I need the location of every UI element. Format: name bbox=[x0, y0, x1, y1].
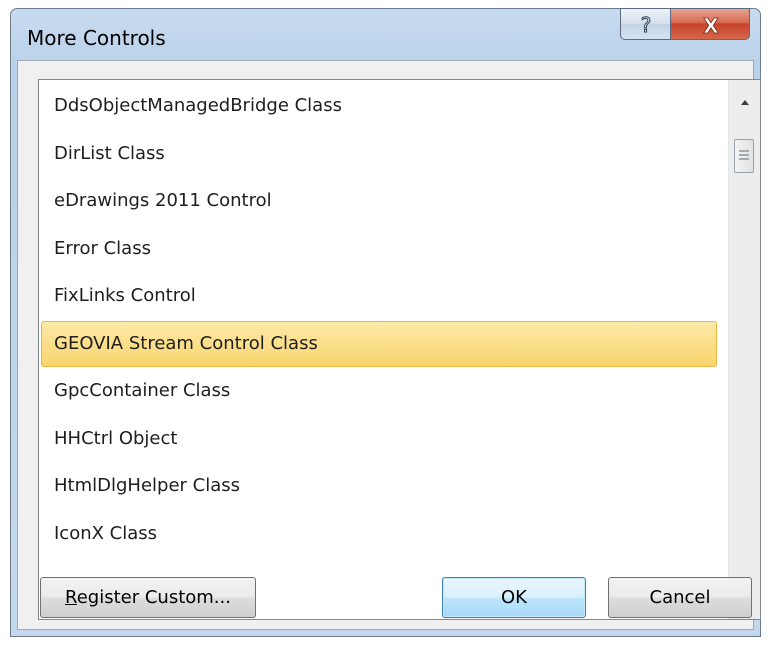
list-item[interactable]: DirList Class bbox=[41, 131, 717, 177]
register-label: egister Custom... bbox=[76, 587, 231, 608]
scroll-thumb[interactable] bbox=[734, 139, 754, 173]
cancel-label: Cancel bbox=[649, 587, 711, 608]
help-icon: ? bbox=[640, 13, 652, 38]
scroll-up-arrow-icon bbox=[741, 100, 749, 105]
svg-text:?: ? bbox=[641, 13, 652, 37]
list-item[interactable]: IconX Class bbox=[41, 511, 717, 557]
svg-text:X: X bbox=[703, 14, 719, 38]
list-item[interactable]: eDrawings 2011 Control bbox=[41, 178, 717, 224]
close-button[interactable]: X bbox=[670, 8, 750, 40]
list-item[interactable]: DdsObjectManagedBridge Class bbox=[41, 83, 717, 129]
list-item[interactable]: HHCtrl Object bbox=[41, 416, 717, 462]
dialog-title: More Controls bbox=[27, 26, 166, 50]
controls-list[interactable]: DdsObjectManagedBridge Class DirList Clas… bbox=[38, 79, 761, 620]
ok-label: OK bbox=[501, 587, 527, 608]
scroll-up-button[interactable] bbox=[729, 80, 760, 120]
register-custom-button[interactable]: Register Custom... bbox=[40, 577, 256, 618]
close-icon: X bbox=[703, 14, 720, 39]
ok-button[interactable]: OK bbox=[442, 577, 586, 618]
list-item[interactable]: Error Class bbox=[41, 226, 717, 272]
list-item-selected[interactable]: GEOVIA Stream Control Class bbox=[41, 320, 717, 367]
vertical-scrollbar[interactable] bbox=[728, 80, 760, 619]
list-item[interactable]: FixLinks Control bbox=[41, 273, 717, 319]
cancel-button[interactable]: Cancel bbox=[608, 577, 752, 618]
help-button[interactable]: ? bbox=[620, 8, 671, 40]
register-mnemonic: R bbox=[65, 587, 77, 608]
scroll-grip-icon bbox=[739, 150, 749, 160]
list-item[interactable]: GpcContainer Class bbox=[41, 368, 717, 414]
list-item[interactable]: HtmlDlgHelper Class bbox=[41, 463, 717, 509]
